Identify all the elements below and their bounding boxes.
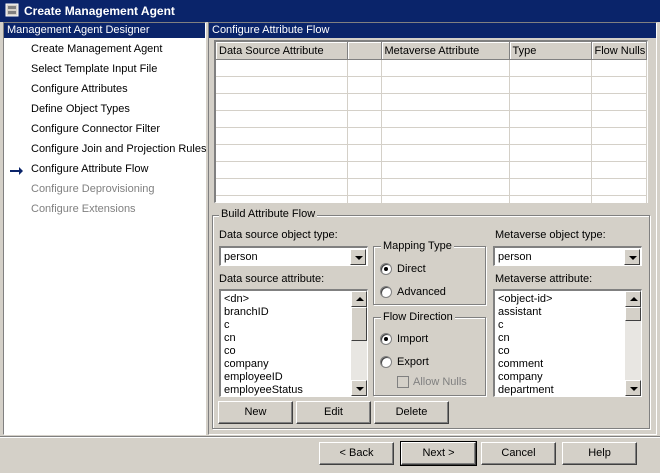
list-item[interactable]: comment [498, 358, 543, 371]
column-header-type[interactable]: Type [509, 42, 592, 60]
scroll-up-icon[interactable] [351, 291, 367, 307]
window-title: Create Management Agent [24, 4, 175, 18]
sidebar-item-configure-attribute-flow[interactable]: Configure Attribute Flow [31, 160, 148, 178]
build-attribute-flow-label: Build Attribute Flow [219, 208, 318, 220]
attribute-flow-grid[interactable]: Data Source Attribute Metaverse Attribut… [214, 40, 648, 213]
sidebar-item-configure-deprovisioning: Configure Deprovisioning [31, 183, 155, 195]
sidebar-item-configure-extensions: Configure Extensions [31, 203, 136, 215]
next-button-label: Next > [422, 447, 455, 459]
sidebar-header: Management Agent Designer [4, 23, 205, 38]
chevron-down-icon[interactable] [350, 249, 366, 265]
list-item[interactable]: employeeID [224, 371, 283, 384]
list-item[interactable]: assistant [498, 306, 541, 319]
cancel-button-label: Cancel [501, 447, 536, 459]
data-source-object-type-select[interactable]: person [219, 246, 368, 266]
metaverse-object-type-value: person [498, 251, 532, 263]
table-row [216, 59, 647, 77]
sidebar-item-configure-attributes[interactable]: Configure Attributes [31, 80, 128, 98]
data-source-object-type-value: person [224, 251, 258, 263]
edit-button-label: Edit [324, 406, 343, 418]
metaverse-object-type-select[interactable]: person [493, 246, 642, 266]
grid-header-row: Data Source Attribute Metaverse Attribut… [216, 42, 647, 60]
scroll-up-icon[interactable] [625, 291, 641, 307]
sidebar: Management Agent Designer Create Managem… [3, 22, 207, 435]
footer-divider [0, 436, 660, 438]
table-row [216, 93, 647, 111]
mapping-type-label: Mapping Type [381, 240, 454, 252]
allow-nulls-label: Allow Nulls [413, 376, 467, 388]
main-panel-header: Configure Attribute Flow [209, 23, 656, 38]
metaverse-attribute-label: Metaverse attribute: [495, 273, 593, 285]
column-header-flow-nulls[interactable]: Flow Nulls [591, 42, 647, 60]
list-item[interactable]: branchID [224, 306, 269, 319]
next-button[interactable]: Next > [400, 441, 477, 466]
data-source-object-type-label: Data source object type: [219, 229, 338, 241]
cancel-button[interactable]: Cancel [481, 442, 556, 465]
title-bar: Create Management Agent [0, 0, 660, 22]
sidebar-item-configure-join-projection-rules[interactable]: Configure Join and Projection Rules [31, 140, 207, 158]
allow-nulls-checkbox [397, 376, 409, 388]
table-row [216, 178, 647, 196]
export-radio-label[interactable]: Export [397, 356, 429, 368]
list-item[interactable]: company [224, 358, 269, 371]
new-button[interactable]: New [218, 401, 293, 424]
table-row [216, 161, 647, 179]
current-step-arrow-icon [10, 166, 24, 176]
advanced-radio-label[interactable]: Advanced [397, 286, 446, 298]
new-button-label: New [244, 406, 267, 418]
list-item[interactable]: <dn> [224, 293, 249, 306]
sidebar-item-create-management-agent[interactable]: Create Management Agent [31, 40, 162, 58]
list-item[interactable]: c [224, 319, 230, 332]
direct-radio-label[interactable]: Direct [397, 263, 426, 275]
scroll-down-icon[interactable] [625, 380, 641, 396]
import-radio-label[interactable]: Import [397, 333, 428, 345]
table-row [216, 144, 647, 162]
edit-button[interactable]: Edit [296, 401, 371, 424]
table-row [216, 76, 647, 94]
help-button-label: Help [588, 447, 611, 459]
data-source-attribute-label: Data source attribute: [219, 273, 325, 285]
back-button-label: < Back [339, 447, 374, 459]
data-source-attribute-list[interactable]: <dn> branchID c cn co company employeeID… [219, 289, 368, 397]
list-item[interactable]: co [224, 345, 236, 358]
table-row [216, 127, 647, 145]
list-item[interactable]: department [498, 384, 554, 396]
back-button[interactable]: < Back [319, 442, 394, 465]
column-header-data-source-attribute[interactable]: Data Source Attribute [216, 42, 348, 60]
delete-button[interactable]: Delete [374, 401, 449, 424]
chevron-down-icon[interactable] [624, 249, 640, 265]
list-item[interactable]: co [498, 345, 510, 358]
scroll-thumb[interactable] [351, 307, 367, 341]
list-item[interactable]: cn [498, 332, 510, 345]
metaverse-attribute-list[interactable]: <object-id> assistant c cn co comment co… [493, 289, 642, 397]
direct-radio[interactable] [380, 263, 392, 275]
import-radio[interactable] [380, 333, 392, 345]
metaverse-object-type-label: Metaverse object type: [495, 229, 606, 241]
flow-direction-label: Flow Direction [381, 311, 455, 323]
export-radio[interactable] [380, 356, 392, 368]
table-row [216, 110, 647, 128]
list-item[interactable]: employeeStatus [224, 384, 303, 396]
sidebar-item-define-object-types[interactable]: Define Object Types [31, 100, 130, 118]
metaverse-attribute-scrollbar[interactable] [625, 291, 641, 396]
help-button[interactable]: Help [562, 442, 637, 465]
data-source-attribute-scrollbar[interactable] [351, 291, 367, 396]
delete-button-label: Delete [395, 406, 428, 418]
list-item[interactable]: <object-id> [498, 293, 552, 306]
column-header-metaverse-attribute[interactable]: Metaverse Attribute [381, 42, 510, 60]
scroll-thumb[interactable] [625, 307, 641, 321]
management-agent-icon [5, 3, 19, 17]
list-item[interactable]: company [498, 371, 543, 384]
sidebar-item-select-template-input-file[interactable]: Select Template Input File [31, 60, 157, 78]
scroll-down-icon[interactable] [351, 380, 367, 396]
advanced-radio[interactable] [380, 286, 392, 298]
list-item[interactable]: c [498, 319, 504, 332]
list-item[interactable]: cn [224, 332, 236, 345]
sidebar-item-configure-connector-filter[interactable]: Configure Connector Filter [31, 120, 160, 138]
column-header-direction[interactable] [347, 42, 382, 60]
